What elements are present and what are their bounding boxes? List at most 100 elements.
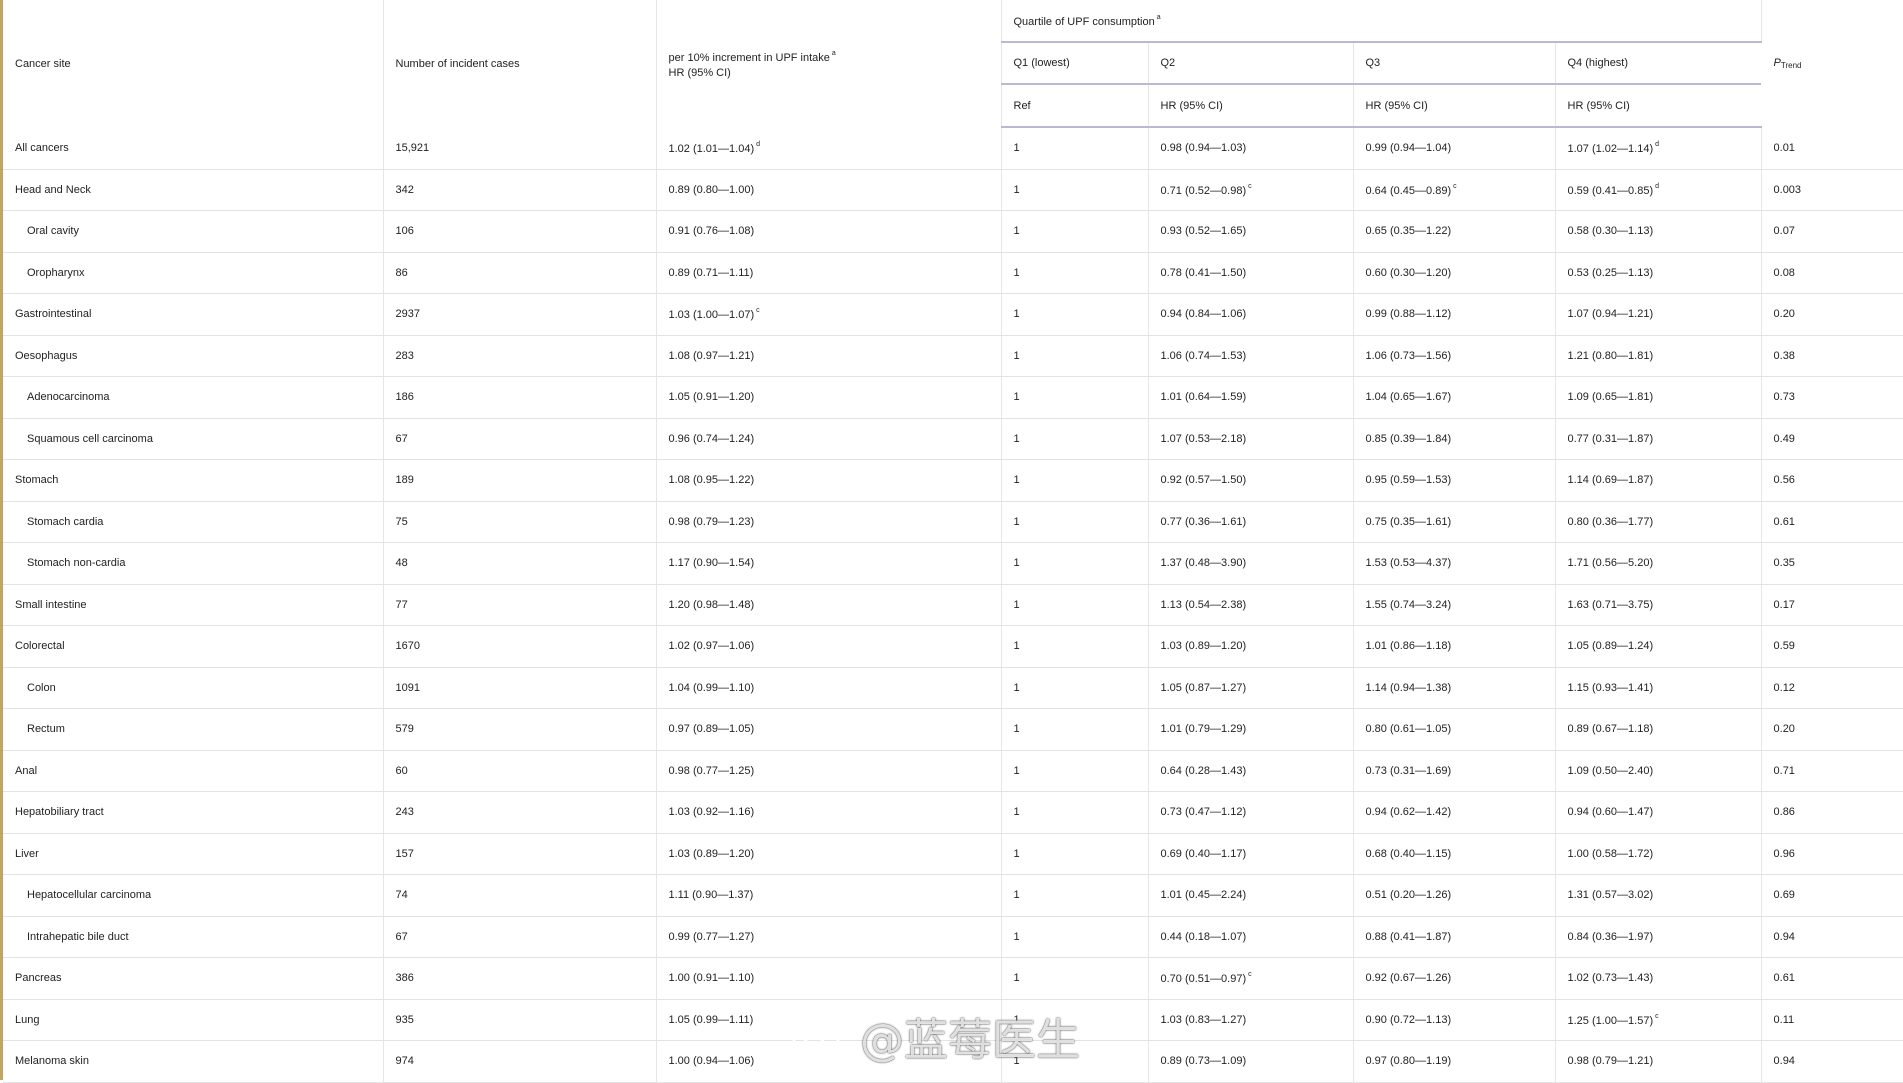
- cell-ptrend: 0.17: [1761, 584, 1903, 626]
- cell-q2-hr: 0.92 (0.57—1.50): [1148, 459, 1354, 502]
- table-row: Lung 935 1.05 (0.99—1.11) 1 1.03 (0.83—1.27)…: [3, 999, 1903, 1041]
- table-header: Cancer site Number of incident cases per…: [3, 0, 1903, 128]
- footnote-marker: c: [756, 307, 760, 315]
- cell-per10-hr: 0.99 (0.77—1.27): [656, 916, 1002, 958]
- cell-q1: 1: [1001, 625, 1149, 668]
- cell-per10-hr: 0.98 (0.77—1.25): [656, 750, 1002, 792]
- cell-ptrend: 0.59: [1761, 625, 1903, 668]
- cell-ptrend: 0.12: [1761, 667, 1903, 709]
- cell-q4-hr: 0.58 (0.30—1.13): [1555, 210, 1762, 253]
- cell-q1: 1: [1001, 999, 1149, 1041]
- cell-q3-hr: 0.64 (0.45—0.89) c: [1353, 169, 1556, 211]
- cell-q4-hr: 0.59 (0.41—0.85) d: [1555, 169, 1762, 211]
- cell-per10-hr: 0.97 (0.89—1.05): [656, 708, 1002, 751]
- cell-incident-cases: 67: [383, 418, 657, 460]
- cell-q2-hr: 0.93 (0.52—1.65): [1148, 210, 1354, 253]
- cell-q2-hr: 0.94 (0.84—1.06): [1148, 293, 1354, 336]
- cell-ptrend: 0.11: [1761, 999, 1903, 1041]
- table-row: Stomach 189 1.08 (0.95—1.22) 1 0.92 (0.57—1.…: [3, 459, 1903, 502]
- cell-per10-hr: 1.08 (0.97—1.21): [656, 335, 1002, 377]
- cell-q3-hr: 0.97 (0.80—1.19): [1353, 1040, 1556, 1083]
- cell-q2-hr: 0.69 (0.40—1.17): [1148, 833, 1354, 875]
- header-q4-metric: HR (95% CI): [1555, 84, 1762, 128]
- cell-q4-hr: 1.05 (0.89—1.24): [1555, 625, 1762, 668]
- cell-per10-hr: 1.05 (0.91—1.20): [656, 376, 1002, 419]
- cell-q4-hr: 1.07 (1.02—1.14) d: [1555, 127, 1762, 170]
- cell-cancer-site: Stomach cardia: [3, 501, 384, 543]
- cell-q1: 1: [1001, 459, 1149, 502]
- cell-q3-hr: 0.90 (0.72—1.13): [1353, 999, 1556, 1041]
- cell-ptrend: 0.94: [1761, 916, 1903, 958]
- cell-q2-hr: 1.01 (0.45—2.24): [1148, 874, 1354, 917]
- cell-per10-hr: 0.89 (0.80—1.00): [656, 169, 1002, 211]
- footnote-marker: c: [1248, 971, 1252, 979]
- footnote-marker: d: [1655, 141, 1660, 149]
- cell-incident-cases: 935: [383, 999, 657, 1041]
- cell-q3-hr: 0.88 (0.41—1.87): [1353, 916, 1556, 958]
- cell-q3-hr: 0.68 (0.40—1.15): [1353, 833, 1556, 875]
- cell-q2-hr: 1.13 (0.54—2.38): [1148, 584, 1354, 626]
- cell-q2-hr: 1.03 (0.89—1.20): [1148, 625, 1354, 668]
- cell-ptrend: 0.003: [1761, 169, 1903, 211]
- footnote-marker: a: [1156, 13, 1161, 21]
- table-row: Stomach cardia 75 0.98 (0.79—1.23) 1 0.77 (0…: [3, 501, 1903, 543]
- cell-per10-hr: 1.02 (1.01—1.04) d: [656, 127, 1002, 170]
- cell-q4-hr: 0.80 (0.36—1.77): [1555, 501, 1762, 543]
- cell-q4-hr: 0.94 (0.60—1.47): [1555, 791, 1762, 834]
- header-q1-ref: Ref: [1001, 84, 1149, 128]
- cell-per10-hr: 1.03 (0.92—1.16): [656, 791, 1002, 834]
- cell-q4-hr: 0.89 (0.67—1.18): [1555, 708, 1762, 751]
- cell-q1: 1: [1001, 252, 1149, 294]
- cell-q2-hr: 0.64 (0.28—1.43): [1148, 750, 1354, 792]
- cell-ptrend: 0.38: [1761, 335, 1903, 377]
- cell-ptrend: 0.20: [1761, 708, 1903, 751]
- cell-q3-hr: 0.75 (0.35—1.61): [1353, 501, 1556, 543]
- table-row: Rectum 579 0.97 (0.89—1.05) 1 1.01 (0.79—1.2…: [3, 708, 1903, 751]
- header-ptrend: PTrend: [1773, 57, 1802, 70]
- header-q4: Q4 (highest): [1555, 42, 1762, 85]
- cell-cancer-site: Anal: [3, 750, 384, 792]
- cell-q2-hr: 0.73 (0.47—1.12): [1148, 791, 1354, 834]
- cell-incident-cases: 386: [383, 957, 657, 1000]
- cell-per10-hr: 1.11 (0.90—1.37): [656, 874, 1002, 917]
- cell-cancer-site: Liver: [3, 833, 384, 875]
- footnote-marker: d: [756, 140, 761, 148]
- cell-q3-hr: 1.53 (0.53—4.37): [1353, 542, 1556, 585]
- header-q2: Q2: [1148, 42, 1354, 85]
- table-row: Hepatocellular carcinoma 74 1.11 (0.90—1.3…: [3, 874, 1903, 917]
- cell-q3-hr: 0.99 (0.88—1.12): [1353, 293, 1556, 336]
- cell-q3-hr: 0.65 (0.35—1.22): [1353, 210, 1556, 253]
- cell-q1: 1: [1001, 501, 1149, 543]
- cell-incident-cases: 60: [383, 750, 657, 792]
- cell-per10-hr: 1.00 (0.94—1.06): [656, 1040, 1002, 1083]
- table-row: Melanoma skin 974 1.00 (0.94—1.06) 1 0.89 (0…: [3, 1040, 1903, 1083]
- cell-ptrend: 0.08: [1761, 252, 1903, 294]
- cell-q3-hr: 0.95 (0.59—1.53): [1353, 459, 1556, 502]
- cell-q3-hr: 0.94 (0.62—1.42): [1353, 791, 1556, 834]
- table-row: Head and Neck 342 0.89 (0.80—1.00) 1 0.71 (0…: [3, 169, 1903, 211]
- table-row: Adenocarcinoma 186 1.05 (0.91—1.20) 1 1.01 (…: [3, 376, 1903, 419]
- cell-q4-hr: 1.71 (0.56—5.20): [1555, 542, 1762, 585]
- cell-q3-hr: 0.99 (0.94—1.04): [1353, 127, 1556, 170]
- table-row: Squamous cell carcinoma 67 0.96 (0.74—1.24…: [3, 418, 1903, 460]
- table-row: Pancreas 386 1.00 (0.91—1.10) 1 0.70 (0.51—0…: [3, 957, 1903, 1000]
- header-per10-metric: HR (95% CI): [668, 67, 731, 79]
- cell-per10-hr: 1.03 (0.89—1.20): [656, 833, 1002, 875]
- cell-cancer-site: Head and Neck: [3, 169, 384, 211]
- cell-q3-hr: 0.60 (0.30—1.20): [1353, 252, 1556, 294]
- cell-q2-hr: 1.05 (0.87—1.27): [1148, 667, 1354, 709]
- table-row: All cancers 15,921 1.02 (1.01—1.04) d 1 0.98 …: [3, 127, 1903, 170]
- cell-per10-hr: 1.05 (0.99—1.11): [656, 999, 1002, 1041]
- cell-cancer-site: Lung: [3, 999, 384, 1041]
- cell-incident-cases: 342: [383, 169, 657, 211]
- cell-q3-hr: 1.06 (0.73—1.56): [1353, 335, 1556, 377]
- cell-ptrend: 0.61: [1761, 957, 1903, 1000]
- cell-ptrend: 0.20: [1761, 293, 1903, 336]
- cell-incident-cases: 77: [383, 584, 657, 626]
- cell-q4-hr: 0.98 (0.79—1.21): [1555, 1040, 1762, 1083]
- cell-q1: 1: [1001, 1040, 1149, 1083]
- cell-ptrend: 0.96: [1761, 833, 1903, 875]
- cell-q4-hr: 1.31 (0.57—3.02): [1555, 874, 1762, 917]
- cell-q1: 1: [1001, 376, 1149, 419]
- cell-q1: 1: [1001, 335, 1149, 377]
